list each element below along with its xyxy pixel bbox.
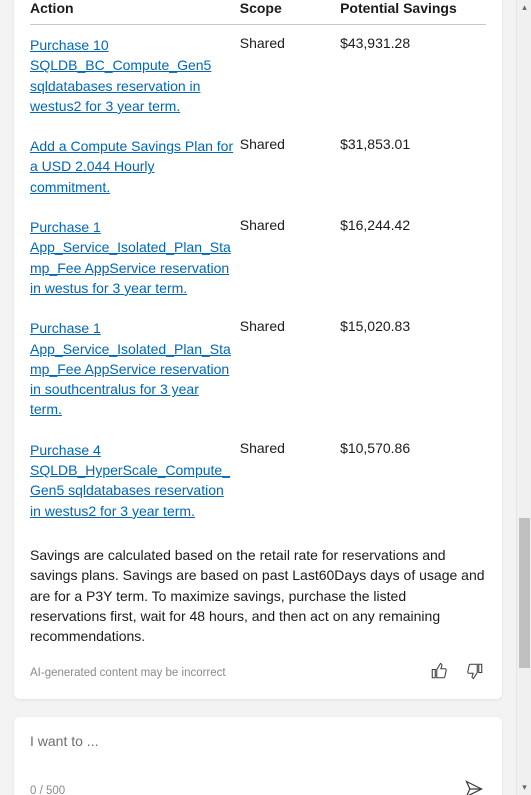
savings-cell: $16,244.42 [340, 207, 486, 308]
savings-cell: $15,020.83 [340, 308, 486, 429]
table-row: Purchase 10 SQLDB_BC_Compute_Gen5 sqldat… [30, 25, 486, 127]
scope-cell: Shared [240, 430, 340, 531]
scope-cell: Shared [240, 308, 340, 429]
ai-disclaimer: AI-generated content may be incorrect [30, 667, 226, 679]
action-link[interactable]: Add a Compute Savings Plan for a USD 2.0… [30, 138, 233, 195]
savings-cell: $10,570.86 [340, 430, 486, 531]
send-icon [464, 787, 484, 795]
scope-cell: Shared [240, 207, 340, 308]
savings-table: Action Scope Potential Savings Purchase … [30, 0, 486, 531]
table-row: Purchase 4 SQLDB_HyperScale_Compute_Gen5… [30, 430, 486, 531]
prompt-input[interactable]: I want to ... [30, 733, 486, 771]
savings-cell: $43,931.28 [340, 25, 486, 127]
scope-cell: Shared [240, 126, 340, 207]
char-count: 0 / 500 [30, 785, 65, 795]
prompt-input-card: I want to ... 0 / 500 [14, 717, 502, 795]
col-scope: Scope [240, 0, 340, 25]
table-row: Add a Compute Savings Plan for a USD 2.0… [30, 126, 486, 207]
thumbs-up-button[interactable] [428, 660, 450, 685]
savings-cell: $31,853.01 [340, 126, 486, 207]
action-link[interactable]: Purchase 10 SQLDB_BC_Compute_Gen5 sqldat… [30, 37, 211, 114]
table-row: Purchase 1 App_Service_Isolated_Plan_Sta… [30, 308, 486, 429]
scroll-up-arrow-icon[interactable]: ▴ [517, 0, 531, 15]
scroll-down-arrow-icon[interactable]: ▾ [517, 780, 531, 795]
recommendations-card: Action Scope Potential Savings Purchase … [14, 0, 502, 699]
table-row: Purchase 1 App_Service_Isolated_Plan_Sta… [30, 207, 486, 308]
thumbs-up-icon [430, 668, 448, 683]
scrollbar-thumb[interactable] [519, 518, 530, 668]
thumbs-down-icon [466, 668, 484, 683]
col-savings: Potential Savings [340, 0, 486, 25]
action-link[interactable]: Purchase 4 SQLDB_HyperScale_Compute_Gen5… [30, 442, 230, 519]
scope-cell: Shared [240, 25, 340, 127]
savings-footnote: Savings are calculated based on the reta… [30, 545, 486, 646]
action-link[interactable]: Purchase 1 App_Service_Isolated_Plan_Sta… [30, 320, 231, 417]
send-button[interactable] [462, 777, 486, 795]
scrollbar-track[interactable]: ▴ ▾ [516, 0, 531, 795]
thumbs-down-button[interactable] [464, 660, 486, 685]
action-link[interactable]: Purchase 1 App_Service_Isolated_Plan_Sta… [30, 219, 231, 296]
col-action: Action [30, 0, 240, 25]
